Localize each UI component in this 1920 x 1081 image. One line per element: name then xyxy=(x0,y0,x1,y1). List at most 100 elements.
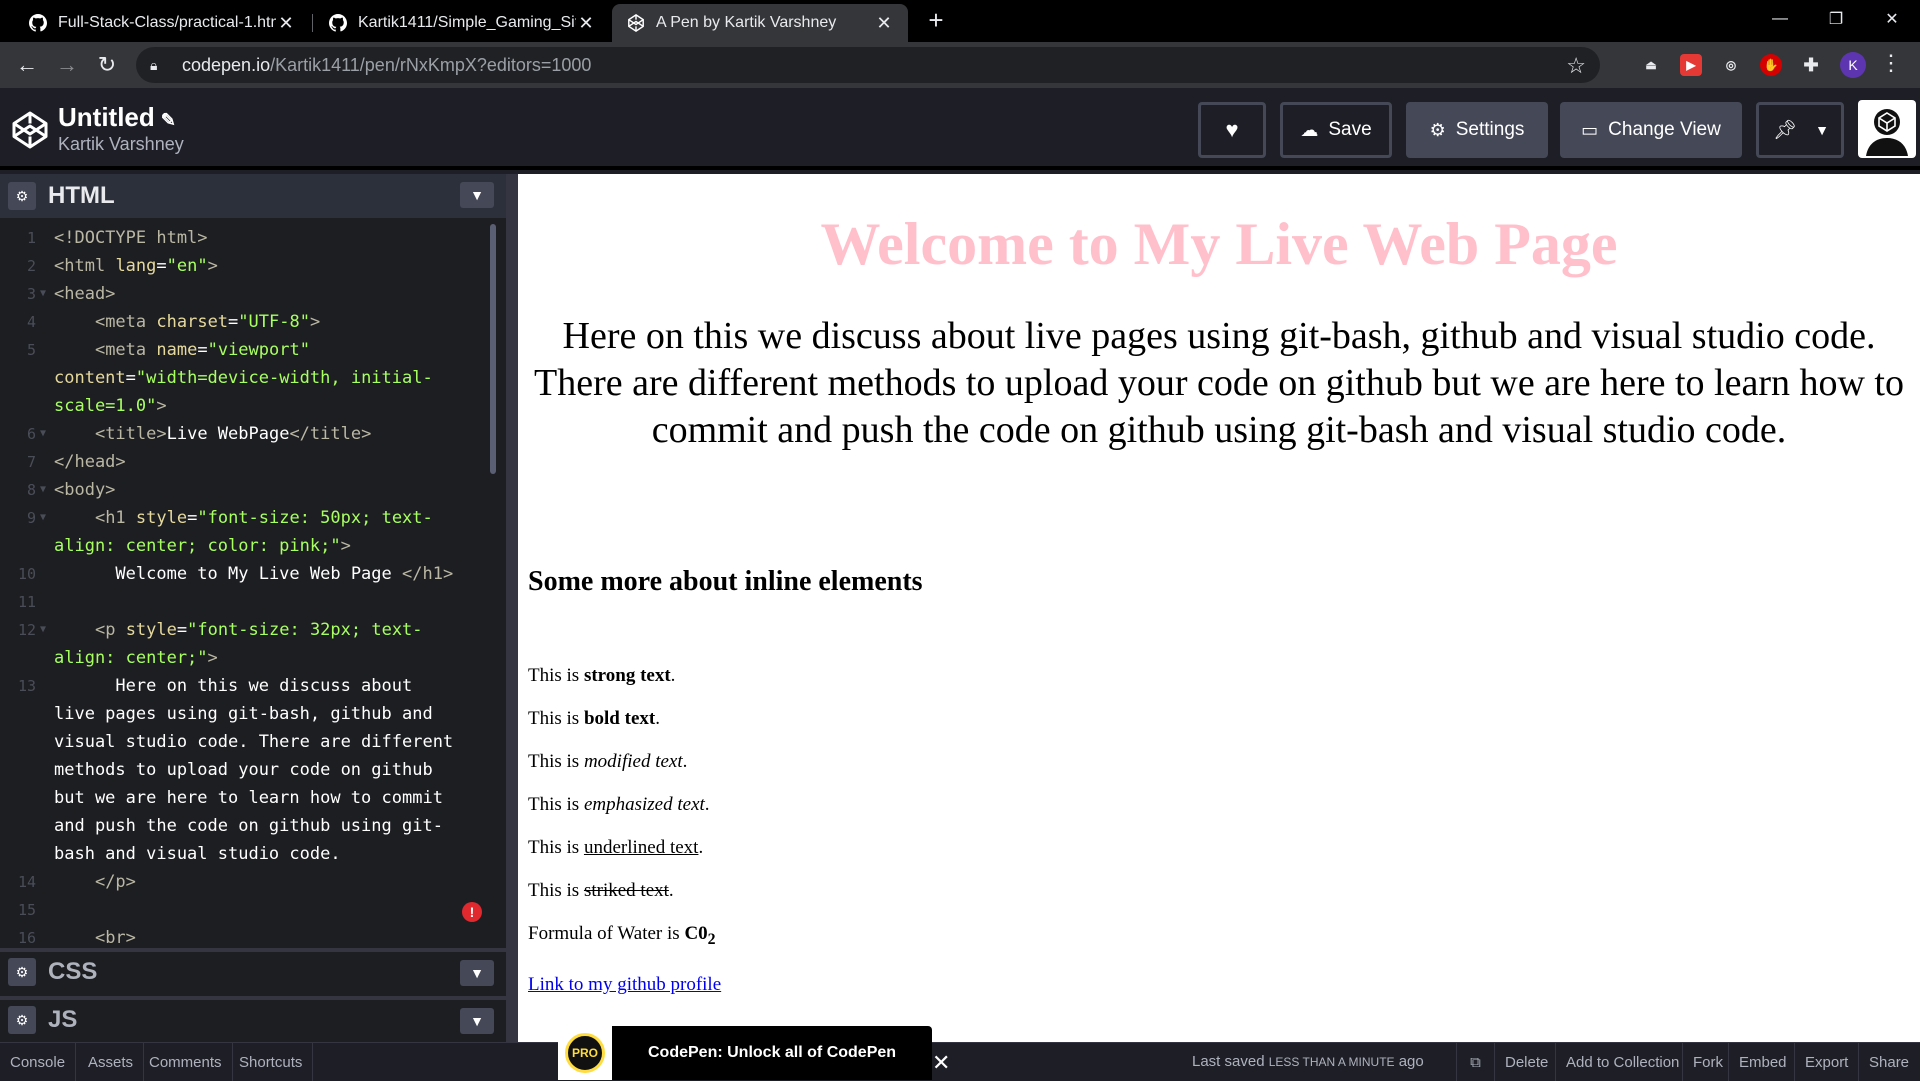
comments-button[interactable]: Comments xyxy=(139,1043,233,1081)
add-to-collection-button[interactable]: Add to Collection xyxy=(1555,1043,1689,1081)
codepen-icon xyxy=(626,13,646,33)
console-button[interactable]: Console xyxy=(0,1043,77,1081)
chevron-down-icon[interactable]: ▼ xyxy=(460,182,494,208)
profile-avatar[interactable]: K xyxy=(1840,52,1866,78)
browser-tab-strip: Full-Stack-Class/practical-1.html ✕ Kart… xyxy=(0,0,1920,42)
new-tab-button[interactable]: + xyxy=(922,6,950,34)
fold-arrow-icon[interactable]: ▼ xyxy=(40,280,46,308)
close-icon[interactable]: ✕ xyxy=(874,13,894,34)
codepen-header: Untitled ✎ Kartik Varshney ♥ ☁ Save ⚙ Setti… xyxy=(0,88,1920,170)
line-number: 10 xyxy=(17,565,36,583)
pen-author[interactable]: Kartik Varshney xyxy=(58,134,184,155)
close-icon[interactable]: ✕ xyxy=(576,13,596,34)
preview-pane: Welcome to My Live Web Page Here on this… xyxy=(518,174,1920,1042)
user-avatar[interactable] xyxy=(1858,100,1916,158)
restore-icon[interactable]: ❐ xyxy=(1808,0,1864,38)
gear-icon[interactable]: ⚙ xyxy=(8,1006,36,1034)
share-button[interactable]: Share xyxy=(1858,1043,1919,1081)
code-line[interactable]: 15 xyxy=(0,896,506,924)
assets-button[interactable]: Assets xyxy=(78,1043,145,1081)
browser-tab-practical[interactable]: Full-Stack-Class/practical-1.html ✕ xyxy=(14,4,310,42)
pencil-icon[interactable]: ✎ xyxy=(161,110,176,130)
open-external-icon[interactable]: ⧉ xyxy=(1456,1043,1494,1081)
line-number: 1 xyxy=(26,229,36,247)
html-pane-label: HTML xyxy=(48,182,115,209)
code-line[interactable]: 8 ▼ <body> xyxy=(0,476,506,504)
error-icon[interactable]: ! xyxy=(462,902,482,922)
code-text: <br> xyxy=(94,928,136,948)
extension-glasses-icon[interactable]: ◎ xyxy=(1720,54,1742,76)
code-line[interactable]: 9 ▼ <h1 style="font-size: 50px; text- ali… xyxy=(0,504,506,560)
browser-menu-icon[interactable]: ⋮ xyxy=(1880,50,1902,76)
pen-title[interactable]: Untitled ✎ xyxy=(58,102,176,133)
code-text: <meta name="viewport" content="width=dev… xyxy=(54,340,433,416)
close-window-icon[interactable]: ✕ xyxy=(1864,0,1920,38)
code-line[interactable]: 3 ▼ <head> xyxy=(0,280,506,308)
html-code-editor[interactable]: 1 <!DOCTYPE html> 2 <html lang="en"> 3 ▼ <head… xyxy=(0,218,506,948)
code-line[interactable]: 14 </p> xyxy=(0,868,506,896)
code-text: <head> xyxy=(54,284,116,304)
close-icon[interactable]: ✕ xyxy=(276,13,296,34)
code-text: <body> xyxy=(54,480,116,500)
back-icon[interactable]: ← xyxy=(12,50,42,80)
tab-divider xyxy=(312,14,313,32)
extension-hand-icon[interactable]: ✋ xyxy=(1760,54,1782,76)
code-line[interactable]: 16 <br> xyxy=(0,924,506,948)
code-line[interactable]: 11 xyxy=(0,588,506,616)
gear-icon[interactable]: ⚙ xyxy=(8,958,36,986)
line-number: 7 xyxy=(26,453,36,471)
delete-button[interactable]: Delete xyxy=(1494,1043,1558,1081)
browser-tab-codepen[interactable]: A Pen by Kartik Varshney ✕ xyxy=(612,4,908,42)
reload-icon[interactable]: ↻ xyxy=(92,50,122,80)
code-line[interactable]: 12 ▼ <p style="font-size: 32px; text- ali… xyxy=(0,616,506,672)
change-view-button[interactable]: ▭ Change View xyxy=(1560,102,1742,158)
fold-arrow-icon[interactable]: ▼ xyxy=(40,476,46,504)
lock-icon: 🔒︎ xyxy=(150,56,158,73)
code-line[interactable]: 1 <!DOCTYPE html> xyxy=(0,224,506,252)
code-line[interactable]: 10 Welcome to My Live Web Page </h1> xyxy=(0,560,506,588)
fold-arrow-icon[interactable]: ▼ xyxy=(40,504,46,532)
shortcuts-button[interactable]: Shortcuts xyxy=(229,1043,314,1081)
extensions-puzzle-icon[interactable]: ✚ xyxy=(1800,54,1822,76)
code-line[interactable]: 5 <meta name="viewport" content="width=d… xyxy=(0,336,506,420)
extension-red-icon[interactable]: ▶ xyxy=(1680,54,1702,76)
gear-icon[interactable]: ⚙ xyxy=(8,182,36,210)
js-pane-header[interactable]: ⚙ JS ▼ xyxy=(0,996,506,1040)
address-bar[interactable]: 🔒︎ codepen.io/Kartik1411/pen/rNxKmpX?edi… xyxy=(136,47,1600,83)
forward-icon[interactable]: → xyxy=(52,50,82,80)
pin-button[interactable]: 📌︎ ▼ xyxy=(1756,102,1844,158)
striked-line: This is striked text. xyxy=(528,880,674,901)
embed-button[interactable]: Embed xyxy=(1728,1043,1797,1081)
chevron-down-icon[interactable]: ▼ xyxy=(460,1008,494,1034)
browser-tab-gaming-site[interactable]: Kartik1411/Simple_Gaming_Site ✕ xyxy=(314,4,610,42)
css-pane-label: CSS xyxy=(48,958,98,985)
code-line[interactable]: 4 <meta charset="UTF-8"> xyxy=(0,308,506,336)
tab-title: A Pen by Kartik Varshney xyxy=(656,14,837,31)
heart-button[interactable]: ♥ xyxy=(1198,102,1266,158)
code-line[interactable]: 7 </head> xyxy=(0,448,506,476)
extension-icon[interactable]: ⏏ xyxy=(1640,54,1662,76)
html-pane-header[interactable]: ⚙ HTML ▼ xyxy=(0,174,506,218)
export-button[interactable]: Export xyxy=(1794,1043,1858,1081)
editor-scrollbar[interactable] xyxy=(490,224,496,474)
codepen-logo-icon[interactable] xyxy=(10,110,50,150)
save-button[interactable]: ☁ Save xyxy=(1280,102,1392,158)
settings-button[interactable]: ⚙ Settings xyxy=(1406,102,1548,158)
code-text: <h1 style="font-size: 50px; text- align:… xyxy=(54,508,433,556)
fork-button[interactable]: Fork xyxy=(1682,1043,1733,1081)
inline-elements-list: This is strong text. This is bold text. … xyxy=(518,664,1920,996)
line-number: 14 xyxy=(17,873,36,891)
code-line[interactable]: 6 ▼ <title>Live WebPage</title> xyxy=(0,420,506,448)
minimize-icon[interactable]: — xyxy=(1752,0,1808,38)
chevron-down-icon[interactable]: ▼ xyxy=(460,960,494,986)
code-line[interactable]: 2 <html lang="en"> xyxy=(0,252,506,280)
chevron-down-icon[interactable]: ▼ xyxy=(1815,122,1829,138)
close-icon[interactable]: ✕ xyxy=(932,1050,954,1075)
css-pane-header[interactable]: ⚙ CSS ▼ xyxy=(0,948,506,992)
bookmark-star-icon[interactable]: ☆ xyxy=(1566,53,1586,79)
pro-promo-banner[interactable]: PRO CodePen: Unlock all of CodePen xyxy=(558,1026,932,1080)
fold-arrow-icon[interactable]: ▼ xyxy=(40,616,46,644)
github-profile-link[interactable]: Link to my github profile xyxy=(528,974,1920,996)
fold-arrow-icon[interactable]: ▼ xyxy=(40,420,46,448)
code-line[interactable]: 13 Here on this we discuss about live pa… xyxy=(0,672,506,868)
